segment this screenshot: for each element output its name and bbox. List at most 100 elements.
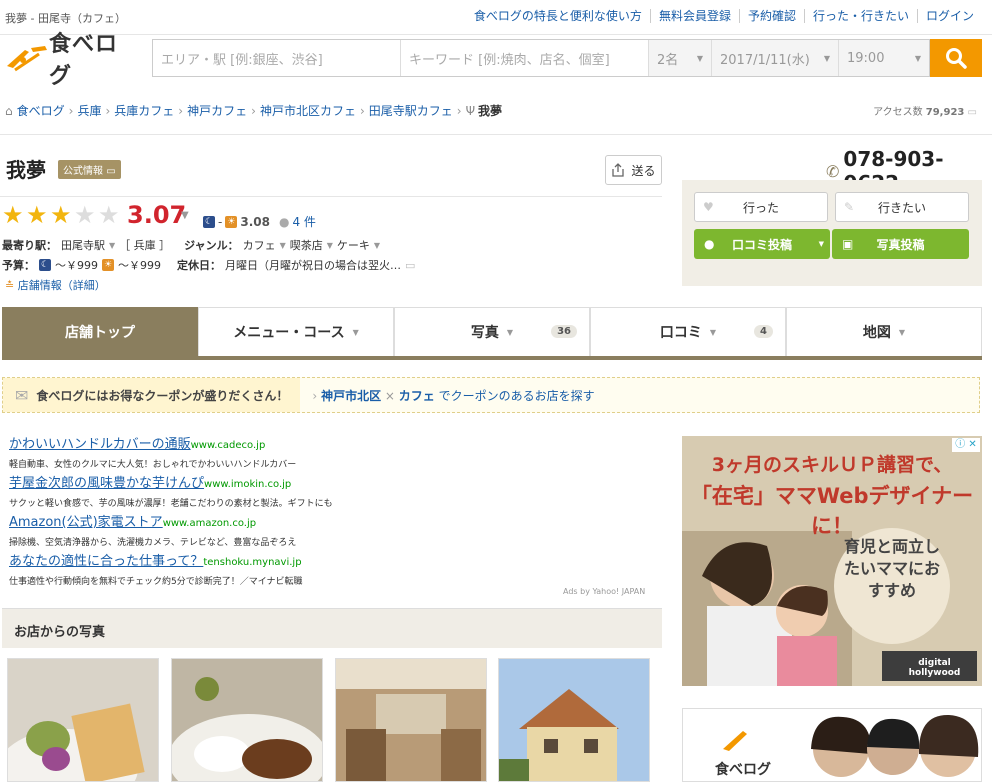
- breadcrumb: ⌂ 食べログ › 兵庫 › 兵庫カフェ › 神戸カフェ › 神戸市北区カフェ › 田尾寺駅…: [5, 102, 503, 119]
- time-value: 19:00: [847, 50, 885, 66]
- coupon-times: ×: [384, 388, 395, 403]
- ads-by-label[interactable]: Ads by Yahoo! JAPAN: [563, 587, 645, 596]
- pref-text: 兵庫: [133, 239, 156, 252]
- chevron-down-icon[interactable]: ▼: [109, 241, 115, 250]
- shop-photo[interactable]: [7, 658, 159, 782]
- camera-icon: ▣: [842, 237, 854, 251]
- ad-desc: 軽自動車、女性のクルマに大人気！おしゃれでかわいいハンドルカバー: [9, 460, 297, 470]
- banner-ad[interactable]: 3ヶ月のスキルＵＰ講習で、 「在宅」ママWebデザイナーに！ 育児と両立したいマ…: [682, 436, 982, 686]
- text-ad[interactable]: あなたの適性に合った仕事って？tenshoku.mynavi.jp 仕事適性や行動…: [9, 550, 303, 587]
- text-ad[interactable]: Amazon(公式)家電ストアwww.amazon.co.jp 掃除機、空気清浄器…: [9, 511, 296, 548]
- link-went-want[interactable]: 行った・行きたい: [803, 9, 917, 23]
- ad-desc: 掃除機、空気清浄器から、洗濯機カメラ、テレビなど、豊富な品ぞろえ: [9, 538, 297, 548]
- breadcrumb-hyogo[interactable]: 兵庫: [77, 102, 101, 119]
- people-select[interactable]: 2名 ▼: [649, 40, 712, 76]
- went-button[interactable]: ♥ 行った: [694, 192, 828, 222]
- comment-icon: ●: [278, 214, 290, 229]
- chevron-down-icon[interactable]: ▼: [181, 210, 189, 221]
- tab-count: 36: [551, 325, 577, 338]
- link-login[interactable]: ログイン: [916, 9, 982, 23]
- shop-info-link[interactable]: ≛ 店舗情報（詳細）: [5, 277, 106, 293]
- ad-title[interactable]: 芋屋金次郎の風味豊かな芋けんぴ: [9, 476, 204, 491]
- logo-text: 食べログ: [49, 32, 119, 89]
- search-icon: [946, 48, 967, 69]
- access-value: 79,923: [925, 107, 965, 118]
- text-ad[interactable]: 芋屋金次郎の風味豊かな芋けんぴwww.imokin.co.jp サクッと軽い食感で…: [9, 472, 333, 509]
- chevron-down-icon[interactable]: ▼: [327, 241, 333, 250]
- fork-icon: Ψ: [465, 103, 476, 118]
- chat-icon: ▭: [405, 258, 416, 272]
- chevron-down-icon: ▼: [818, 240, 824, 248]
- chevron-down-icon: ▼: [914, 53, 921, 63]
- shop-photo[interactable]: [171, 658, 323, 782]
- ad-title[interactable]: Amazon(公式)家電ストア: [9, 515, 163, 530]
- breadcrumb-kita-cafe[interactable]: 神戸市北区カフェ: [260, 102, 356, 119]
- budget-label: 予算：: [2, 259, 35, 272]
- chevron-down-icon: ▼: [506, 327, 514, 337]
- station-value: 田尾寺駅: [61, 239, 105, 252]
- tabelog-logo[interactable]: 食べログ: [5, 32, 135, 89]
- link-features[interactable]: 食べログの特長と便利な使い方: [466, 9, 650, 23]
- banner-brand: digital hollywood: [908, 658, 961, 678]
- lunch-icon: ☀: [102, 259, 114, 271]
- search-button[interactable]: [930, 39, 982, 77]
- adchoices-icon[interactable]: ⓘ ✕: [952, 438, 980, 452]
- date-select[interactable]: 2017/1/11(水) ▼: [712, 40, 839, 76]
- time-select[interactable]: 19:00 ▼: [839, 40, 929, 76]
- tab-count: 4: [754, 325, 773, 338]
- photo-post-button[interactable]: ▣ 写真投稿: [832, 229, 969, 259]
- home-icon: ⌂: [5, 103, 13, 118]
- breadcrumb-hyogo-cafe[interactable]: 兵庫カフェ: [114, 102, 174, 119]
- divider: [0, 134, 992, 135]
- tab-menu[interactable]: メニュー・コース ▼: [198, 307, 394, 356]
- coupon-search: › 神戸市北区 × カフェ でクーポンのあるお店を探す: [300, 387, 594, 404]
- link-reservation[interactable]: 予約確認: [738, 9, 804, 23]
- shop-photo[interactable]: [335, 658, 487, 782]
- text-ad[interactable]: かわいいハンドルカバーの通販www.cadeco.jp 軽自動車、女性のクルマに大…: [9, 433, 296, 470]
- logo-mark-icon: [5, 44, 49, 72]
- budget-dinner: ～￥999: [55, 259, 98, 272]
- chevron-down-icon[interactable]: ▼: [374, 241, 380, 250]
- ad-url: www.cadeco.jp: [190, 440, 266, 451]
- link-register[interactable]: 無料会員登録: [649, 9, 739, 23]
- pin-icon: ✎: [844, 200, 855, 214]
- banner-ad-2[interactable]: 食べログ: [682, 708, 982, 782]
- station-label: 最寄り駅：: [2, 239, 57, 252]
- ad-title[interactable]: かわいいハンドルカバーの通販: [9, 437, 191, 452]
- tab-map[interactable]: 地図 ▼: [786, 307, 982, 356]
- dinner-icon: ☾: [39, 259, 51, 271]
- star-icon: ★: [50, 201, 72, 229]
- send-button[interactable]: 送る: [605, 155, 662, 185]
- official-label: 公式情報: [63, 166, 103, 177]
- breadcrumb-station-cafe[interactable]: 田尾寺駅カフェ: [369, 102, 453, 119]
- lunch-icon: ☀: [225, 215, 238, 228]
- breadcrumb-kobe-cafe[interactable]: 神戸カフェ: [187, 102, 247, 119]
- official-badge[interactable]: 公式情報 ▭: [58, 160, 121, 179]
- coupon-suffix-link[interactable]: でクーポンのあるお店を探す: [439, 389, 595, 403]
- people-value: 2名: [657, 52, 679, 68]
- tab-top[interactable]: 店舗トップ: [2, 307, 198, 356]
- chevron-down-icon[interactable]: ▼: [280, 241, 286, 250]
- shop-photo[interactable]: [498, 658, 650, 782]
- coupon-text: 食べログにはお得なクーポンが盛りだくさん！: [36, 388, 289, 403]
- send-label: 送る: [631, 163, 656, 178]
- divider: [0, 196, 662, 197]
- genre-kissaten: 喫茶店: [289, 239, 323, 252]
- banner-2-logo: 食べログ: [715, 762, 771, 778]
- tab-reviews[interactable]: 口コミ ▼ 4: [590, 307, 786, 356]
- area-input[interactable]: エリア・駅 [例:銀座、渋谷]: [153, 40, 401, 76]
- keyword-input[interactable]: キーワード [例:焼肉、店名、個室]: [401, 40, 649, 76]
- coupon-area-link[interactable]: 神戸市北区: [321, 389, 381, 403]
- breadcrumb-tabelog[interactable]: 食べログ: [17, 102, 65, 119]
- review-count-link[interactable]: 4 件: [292, 213, 315, 230]
- ad-title[interactable]: あなたの適性に合った仕事って？: [9, 554, 203, 569]
- banner-bubble: 育児と両立したいママにおすすめ: [843, 537, 940, 600]
- review-post-button[interactable]: ● 口コミ投稿 ▼: [694, 229, 830, 259]
- review-post-label: 口コミ投稿: [731, 237, 792, 252]
- want-button[interactable]: ✎ 行きたい: [835, 192, 969, 222]
- tab-photos[interactable]: 写真 ▼ 36: [394, 307, 590, 356]
- star-empty-icon: ★: [98, 201, 120, 229]
- coupon-genre-link[interactable]: カフェ: [399, 389, 435, 403]
- star-icon: ★: [26, 201, 48, 229]
- star-empty-icon: ★: [74, 201, 96, 229]
